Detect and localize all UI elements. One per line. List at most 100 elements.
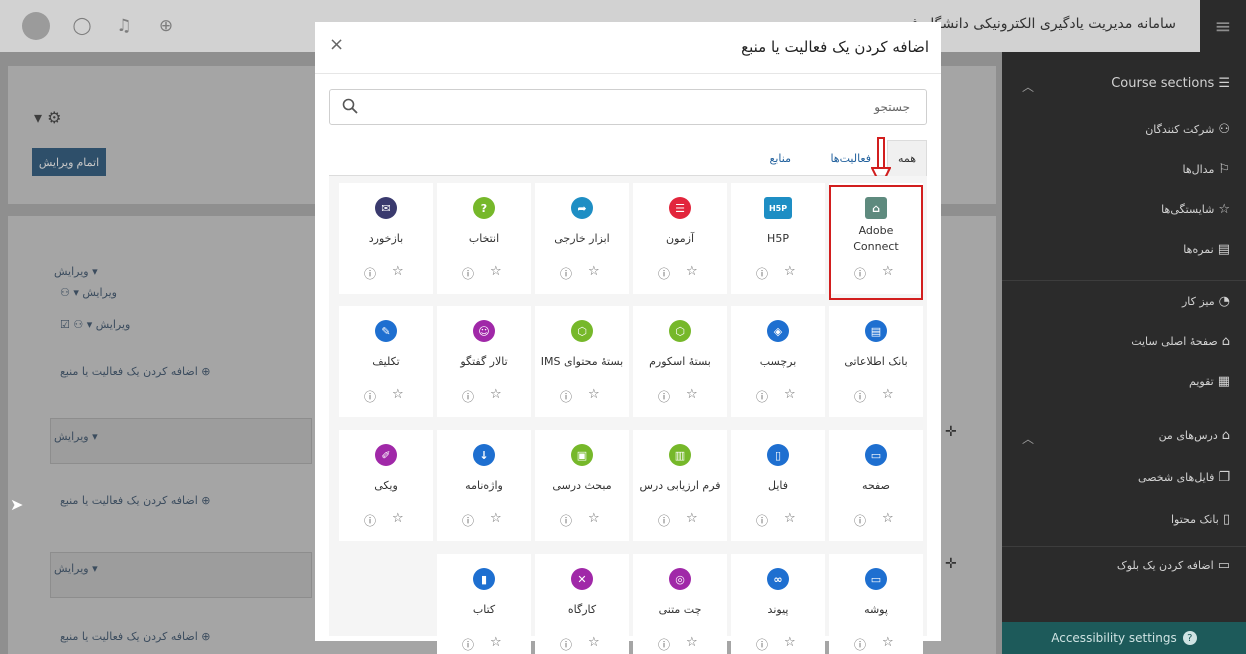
star-icon[interactable]: ☆ [784, 635, 796, 650]
star-icon[interactable]: ☆ [686, 264, 698, 279]
edit-menu[interactable]: ویرایش ▾ [54, 430, 98, 443]
info-icon[interactable]: ⓘ [658, 512, 670, 529]
activity-tile[interactable]: ▯ فایل ⓘ ☆ [731, 430, 825, 541]
star-icon[interactable]: ☆ [392, 511, 404, 526]
star-icon[interactable]: ☆ [784, 387, 796, 402]
activity-tile[interactable]: ☰ آزمون ⓘ ☆ [633, 183, 727, 294]
tab-all[interactable]: همه [887, 140, 927, 176]
activity-tile[interactable]: ? انتخاب ⓘ ☆ [437, 183, 531, 294]
add-activity-link[interactable]: ⊕ اضافه کردن یک فعالیت یا منبع [60, 630, 210, 643]
chat-icon[interactable]: ◯ [72, 16, 92, 36]
hamburger-icon[interactable]: ≡ [1200, 0, 1246, 52]
activity-tile[interactable]: ✉ بازخورد ⓘ ☆ [339, 183, 433, 294]
sidebar-item-participants[interactable]: ⚇ شرکت کنندگان [1145, 122, 1230, 137]
star-icon[interactable]: ☆ [490, 635, 502, 650]
activity-tile[interactable]: ⬡ بستهٔ اسکورم ⓘ ☆ [633, 306, 727, 417]
sidebar-item-badges[interactable]: ⚐ مدال‌ها [1182, 162, 1230, 177]
avatar[interactable] [22, 12, 50, 40]
activity-tile[interactable]: ↓ واژه‌نامه ⓘ ☆ [437, 430, 531, 541]
star-icon[interactable]: ☆ [686, 387, 698, 402]
info-icon[interactable]: ⓘ [560, 512, 572, 529]
sidebar-item-private-files[interactable]: ❐ فایل‌های شخصی [1138, 470, 1230, 485]
star-icon[interactable]: ☆ [882, 511, 894, 526]
activity-tile[interactable]: ✎ تکلیف ⓘ ☆ [339, 306, 433, 417]
finish-editing-button[interactable]: اتمام ویرایش [32, 148, 106, 176]
sidebar-item-add-block[interactable]: ▭ اضافه کردن یک بلوک [1117, 558, 1230, 573]
tab-resources[interactable]: منابع [762, 140, 799, 176]
info-icon[interactable]: ⓘ [658, 636, 670, 653]
add-activity-link[interactable]: ⊕ اضافه کردن یک فعالیت یا منبع [60, 365, 210, 378]
close-icon[interactable]: × [329, 34, 344, 55]
info-icon[interactable]: ⓘ [560, 388, 572, 405]
collapse-chevron-icon[interactable]: ︿ [1022, 430, 1034, 447]
add-activity-link[interactable]: ⊕ اضافه کردن یک فعالیت یا منبع [60, 494, 210, 507]
info-icon[interactable]: ⓘ [854, 512, 866, 529]
info-icon[interactable]: ⓘ [756, 512, 768, 529]
activity-tile[interactable]: ✐ ویکی ⓘ ☆ [339, 430, 433, 541]
star-icon[interactable]: ☆ [392, 264, 404, 279]
star-icon[interactable]: ☆ [882, 387, 894, 402]
info-icon[interactable]: ⓘ [854, 265, 866, 282]
sidebar-item-calendar[interactable]: ▦ تقویم [1189, 374, 1230, 389]
star-icon[interactable]: ☆ [392, 387, 404, 402]
info-icon[interactable]: ⓘ [462, 636, 474, 653]
activity-tile[interactable]: ◎ چت متنی ⓘ ☆ [633, 554, 727, 654]
info-icon[interactable]: ⓘ [462, 265, 474, 282]
activity-tile[interactable]: ✕ کارگاه ⓘ ☆ [535, 554, 629, 654]
search-input[interactable] [366, 90, 918, 124]
sidebar-item-site-home[interactable]: ⌂ صفحهٔ اصلی سایت [1131, 334, 1230, 349]
star-icon[interactable]: ☆ [490, 511, 502, 526]
info-icon[interactable]: ⓘ [462, 388, 474, 405]
info-icon[interactable]: ⓘ [364, 388, 376, 405]
star-icon[interactable]: ☆ [784, 511, 796, 526]
move-icon[interactable]: ✛ [945, 556, 957, 572]
star-icon[interactable]: ☆ [784, 264, 796, 279]
star-icon[interactable]: ☆ [588, 387, 600, 402]
info-icon[interactable]: ⓘ [462, 512, 474, 529]
info-icon[interactable]: ⓘ [756, 388, 768, 405]
info-icon[interactable]: ⓘ [364, 265, 376, 282]
sidebar-item-grades[interactable]: ▤ نمره‌ها [1183, 242, 1230, 257]
star-icon[interactable]: ☆ [882, 635, 894, 650]
bell-icon[interactable]: ♫ [114, 16, 134, 36]
info-icon[interactable]: ⓘ [560, 265, 572, 282]
activity-tile[interactable]: ⌂ Adobe Connect ⓘ ☆ [829, 183, 923, 294]
info-icon[interactable]: ⓘ [854, 636, 866, 653]
activity-tile[interactable]: H5P H5P ⓘ ☆ [731, 183, 825, 294]
activity-tile[interactable]: ▭ پوشه ⓘ ☆ [829, 554, 923, 654]
activity-tile[interactable]: ➦ ابزار خارجی ⓘ ☆ [535, 183, 629, 294]
star-icon[interactable]: ☆ [588, 264, 600, 279]
edit-menu[interactable]: ⚇ ▾ ویرایش [60, 286, 117, 299]
collapse-chevron-icon[interactable]: ︿ [1022, 78, 1034, 95]
info-icon[interactable]: ⓘ [756, 636, 768, 653]
sidebar-item-competencies[interactable]: ☆ شایستگی‌ها [1161, 202, 1230, 217]
star-icon[interactable]: ☆ [882, 264, 894, 279]
sidebar-item-my-courses[interactable]: ⌂ درس‌های من [1159, 428, 1230, 443]
activity-tile[interactable]: ▥ فرم ارزیابی درس ⓘ ☆ [633, 430, 727, 541]
activity-tile[interactable]: ☺ تالار گفتگو ⓘ ☆ [437, 306, 531, 417]
info-icon[interactable]: ⓘ [560, 636, 572, 653]
activity-tile[interactable]: ▮ کتاب ⓘ ☆ [437, 554, 531, 654]
edit-menu[interactable]: ویرایش ▾ [54, 265, 98, 278]
sidebar-item-dashboard[interactable]: ◔ میز کار [1182, 294, 1230, 309]
activity-tile[interactable]: ▭ صفحه ⓘ ☆ [829, 430, 923, 541]
sidebar-item-content-bank[interactable]: ▯ بانک محتوا [1171, 512, 1230, 527]
accessibility-settings-button[interactable]: Accessibility settings? [1002, 622, 1246, 654]
star-icon[interactable]: ☆ [490, 387, 502, 402]
info-icon[interactable]: ⓘ [854, 388, 866, 405]
sidebar-item-course-sections[interactable]: ☰ Course sections [1111, 76, 1230, 91]
activity-tile[interactable]: ▤ بانک اطلاعاتی ⓘ ☆ [829, 306, 923, 417]
info-icon[interactable]: ⓘ [658, 265, 670, 282]
move-icon[interactable]: ✛ [945, 424, 957, 440]
star-icon[interactable]: ☆ [686, 511, 698, 526]
star-icon[interactable]: ☆ [686, 635, 698, 650]
globe-icon[interactable]: ⊕ [156, 16, 176, 36]
activity-tile[interactable]: ⬡ بستهٔ محتوای IMS ⓘ ☆ [535, 306, 629, 417]
info-icon[interactable]: ⓘ [756, 265, 768, 282]
gear-icon[interactable]: ▾ ⚙ [34, 108, 61, 127]
info-icon[interactable]: ⓘ [364, 512, 376, 529]
activity-tile[interactable]: ∞ پیوند ⓘ ☆ [731, 554, 825, 654]
edit-menu[interactable]: ویرایش ▾ [54, 562, 98, 575]
star-icon[interactable]: ☆ [490, 264, 502, 279]
star-icon[interactable]: ☆ [588, 511, 600, 526]
